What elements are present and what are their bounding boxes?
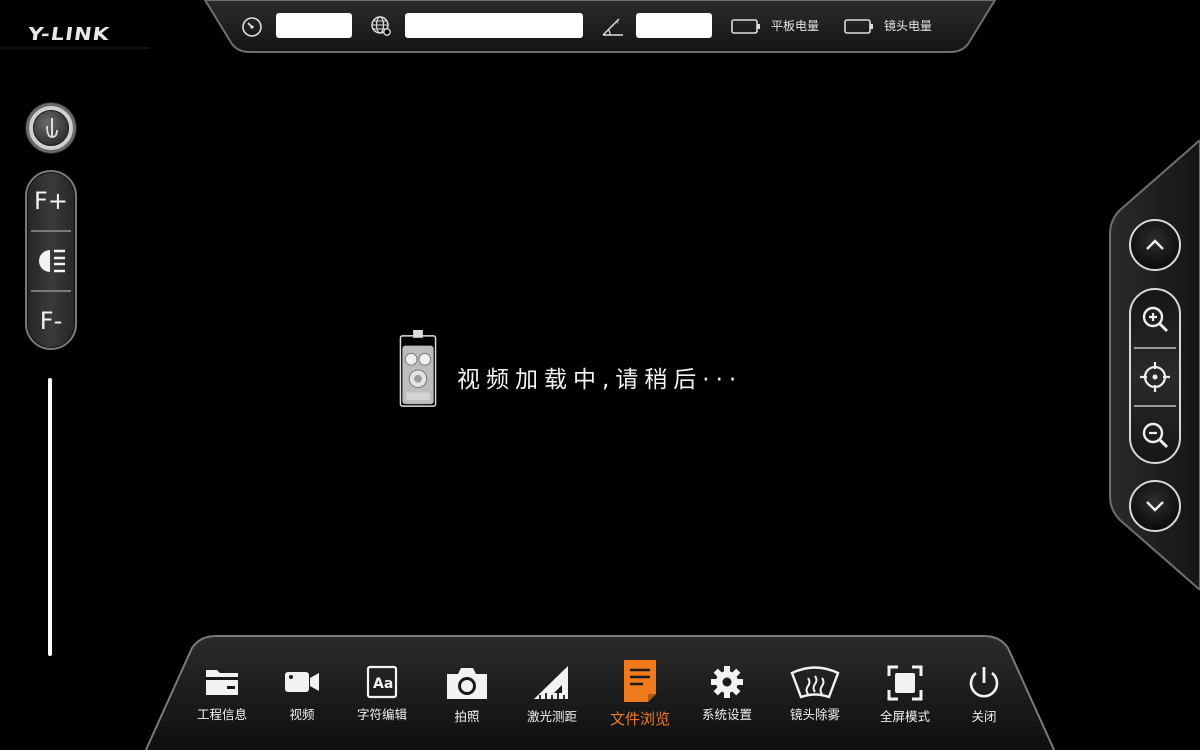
toolbar-label: 工程信息 bbox=[196, 707, 247, 722]
chevron-up-icon bbox=[1146, 239, 1164, 250]
focus-plus-label: F+ bbox=[34, 187, 68, 215]
zoom-control bbox=[1129, 288, 1181, 464]
incline-field bbox=[636, 13, 712, 38]
brand-logo: Y-LINK bbox=[26, 23, 112, 45]
gear-icon bbox=[711, 666, 743, 698]
gauge-icon bbox=[242, 17, 262, 37]
top-bar-frame bbox=[0, 0, 997, 53]
focus-minus-button[interactable]: F- bbox=[27, 292, 75, 348]
headlight-button[interactable] bbox=[27, 232, 75, 290]
center-target-button[interactable] bbox=[1131, 348, 1179, 406]
toolbar-label: 关闭 bbox=[971, 709, 997, 724]
top-status-bar: Y-LINK ° 平板电量 镜头电量 bbox=[0, 0, 1200, 54]
folder-icon bbox=[206, 670, 238, 695]
joystick-button[interactable] bbox=[26, 103, 76, 153]
camera-icon bbox=[447, 668, 487, 699]
project-info-button[interactable]: 工程信息 bbox=[182, 664, 262, 723]
settings-button[interactable]: 系统设置 bbox=[687, 664, 767, 723]
file-browse-button[interactable]: 文件浏览 bbox=[600, 658, 680, 729]
svg-text:Aa: Aa bbox=[373, 676, 393, 692]
headlight-icon bbox=[39, 249, 65, 273]
laser-measure-button[interactable]: 激光测距 bbox=[512, 664, 592, 725]
focus-minus-label: F- bbox=[39, 307, 63, 335]
crosshair-icon bbox=[1140, 362, 1170, 392]
battery-icon bbox=[844, 19, 873, 34]
toolbar-label: 字符编辑 bbox=[356, 707, 407, 722]
photo-button[interactable]: 拍照 bbox=[427, 664, 507, 725]
toolbar-label: 视频 bbox=[289, 707, 315, 722]
speed-field bbox=[276, 13, 352, 38]
video-camera-icon bbox=[285, 672, 319, 692]
toolbar-label: 全屏模式 bbox=[879, 709, 930, 724]
globe-location-icon bbox=[371, 16, 391, 36]
defog-icon bbox=[790, 666, 840, 699]
text-aa-icon: Aa bbox=[366, 665, 398, 699]
loading-message: 视频加载中,请稍后··· bbox=[457, 367, 743, 393]
fullscreen-icon bbox=[887, 665, 923, 701]
incline-angle-icon: ° bbox=[602, 18, 623, 36]
zoom-in-button[interactable] bbox=[1131, 290, 1179, 348]
pan-down-button[interactable] bbox=[1129, 480, 1181, 532]
toolbar-label: 镜头除雾 bbox=[789, 707, 840, 722]
chevron-down-icon bbox=[1146, 501, 1164, 512]
focus-light-control: F+ F- bbox=[25, 170, 77, 350]
close-button[interactable]: 关闭 bbox=[944, 664, 1024, 725]
pan-up-button[interactable] bbox=[1129, 219, 1181, 271]
vertical-slider[interactable] bbox=[48, 378, 52, 656]
text-edit-button[interactable]: Aa 字符编辑 bbox=[342, 664, 422, 723]
toolbar-label: 激光测距 bbox=[526, 709, 577, 724]
zoom-out-icon bbox=[1142, 422, 1169, 449]
svg-text:°: ° bbox=[616, 21, 619, 28]
video-button[interactable]: 视频 bbox=[262, 664, 342, 723]
tablet-battery-label: 平板电量 bbox=[771, 19, 820, 33]
fullscreen-button[interactable]: 全屏模式 bbox=[865, 664, 945, 725]
lens-battery-label: 镜头电量 bbox=[884, 19, 933, 33]
battery-icon bbox=[731, 19, 760, 34]
lens-defog-button[interactable]: 镜头除雾 bbox=[775, 664, 855, 723]
focus-plus-button[interactable]: F+ bbox=[27, 172, 75, 230]
toolbar-label: 系统设置 bbox=[701, 707, 752, 722]
toolbar-label: 拍照 bbox=[454, 709, 480, 724]
power-icon bbox=[969, 667, 999, 698]
document-icon bbox=[624, 660, 656, 702]
zoom-in-icon bbox=[1142, 306, 1169, 333]
ruler-triangle-icon bbox=[534, 666, 568, 699]
toolbar-label: 文件浏览 bbox=[609, 710, 670, 728]
camera-robot-icon bbox=[399, 330, 437, 407]
zoom-out-button[interactable] bbox=[1131, 406, 1179, 462]
joystick-icon bbox=[33, 110, 69, 146]
location-field bbox=[405, 13, 583, 38]
